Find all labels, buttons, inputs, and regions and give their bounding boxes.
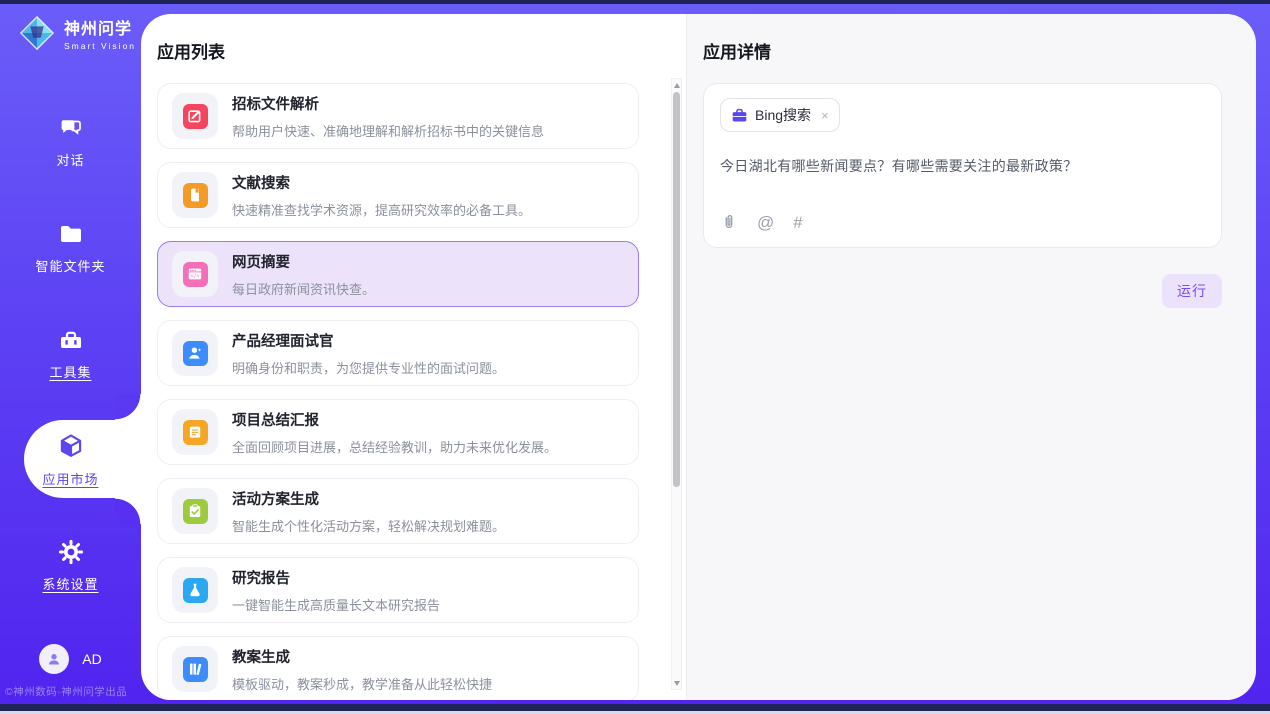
list-scrollbar[interactable] xyxy=(671,78,682,690)
book-icon xyxy=(183,183,208,208)
app-detail-title: 应用详情 xyxy=(703,38,1222,63)
attachment-icon[interactable] xyxy=(720,213,738,231)
run-row: 运行 xyxy=(703,274,1222,308)
interviewer-icon xyxy=(183,341,208,366)
sidebar-item-toolset[interactable]: 工具集 xyxy=(0,300,141,406)
app-detail-column: 应用详情 Bing搜索 × 今日湖北有哪些新闻要点？有哪些需要关注的最新政策？ xyxy=(686,14,1256,700)
scroll-down-arrow-icon[interactable] xyxy=(672,677,681,689)
doc-edit-icon xyxy=(183,104,208,129)
app-description: 智能生成个性化活动方案，轻松解决规划难题。 xyxy=(232,516,505,535)
app-name: 产品经理面试官 xyxy=(232,330,505,351)
app-name: 文献搜索 xyxy=(232,172,531,193)
app-description: 帮助用户快速、准确地理解和解析招标书中的关键信息 xyxy=(232,121,544,140)
app-window: 神州问学 Smart Vision 对话 智能文件夹 工具集 xyxy=(0,0,1270,714)
sidebar-item-label: 对话 xyxy=(56,150,84,169)
brand-logo: 神州问学 Smart Vision xyxy=(18,14,136,52)
scrollbar-thumb[interactable] xyxy=(673,92,680,487)
content-panel: 应用列表 招标文件解析 帮助用户快速、准确地理解和解析招标书中的关键信息 xyxy=(141,14,1256,700)
app-name: 活动方案生成 xyxy=(232,488,505,509)
app-name: 招标文件解析 xyxy=(232,93,544,114)
app-card-web-summary[interactable]: </> 网页摘要 每日政府新闻资讯快查。 xyxy=(157,241,639,307)
app-name: 研究报告 xyxy=(232,567,440,588)
research-flask-icon xyxy=(183,578,208,603)
sidebar-item-chat[interactable]: 对话 xyxy=(0,88,141,194)
webpage-code-icon: </> xyxy=(183,262,208,287)
gear-icon xyxy=(57,538,85,566)
folder-icon xyxy=(57,220,85,248)
app-list-column: 应用列表 招标文件解析 帮助用户快速、准确地理解和解析招标书中的关键信息 xyxy=(141,14,686,700)
tag-close-icon[interactable]: × xyxy=(821,108,829,123)
app-description: 明确身份和职责，为您提供专业性的面试问题。 xyxy=(232,358,505,377)
app-description: 快速精准查找学术资源，提高研究效率的必备工具。 xyxy=(232,200,531,219)
app-card-research-report[interactable]: 研究报告 一键智能生成高质量长文本研究报告 xyxy=(157,557,639,623)
sidebar-item-smart-folders[interactable]: 智能文件夹 xyxy=(0,194,141,300)
app-name: 教案生成 xyxy=(232,646,492,667)
app-card-bid-parse[interactable]: 招标文件解析 帮助用户快速、准确地理解和解析招标书中的关键信息 xyxy=(157,83,639,149)
tool-tag-label: Bing搜索 xyxy=(755,105,811,125)
app-card-event-plan[interactable]: 活动方案生成 智能生成个性化活动方案，轻松解决规划难题。 xyxy=(157,478,639,544)
app-card-project-summary[interactable]: 项目总结汇报 全面回顾项目进展，总结经验教训，助力未来优化发展。 xyxy=(157,399,639,465)
app-description: 全面回顾项目进展，总结经验教训，助力未来优化发展。 xyxy=(232,437,557,456)
sidebar-item-app-market[interactable]: 应用市场 xyxy=(0,406,141,512)
composer-toolbar: @ # xyxy=(720,213,803,231)
clipboard-check-icon xyxy=(183,499,208,524)
sidebar-item-label: 智能文件夹 xyxy=(35,256,105,275)
sidebar-item-label: 工具集 xyxy=(49,362,91,381)
copyright-text: ©神州数码·神州问学出品 xyxy=(5,684,155,699)
app-description: 一键智能生成高质量长文本研究报告 xyxy=(232,595,440,614)
brand-diamond-icon xyxy=(18,14,56,52)
brand-name: 神州问学 xyxy=(64,15,136,39)
sidebar-item-label: 应用市场 xyxy=(42,469,98,488)
tool-tag-bing-search[interactable]: Bing搜索 × xyxy=(720,98,840,132)
avatar xyxy=(39,644,69,674)
briefcase-icon xyxy=(731,107,748,124)
toolbox-icon xyxy=(57,326,85,354)
app-name: 网页摘要 xyxy=(232,251,375,272)
app-card-lesson-plan[interactable]: 教案生成 模板驱动，教案秒成，教学准备从此轻松快捷 xyxy=(157,636,639,700)
app-name: 项目总结汇报 xyxy=(232,409,557,430)
app-card-pm-interviewer[interactable]: 产品经理面试官 明确身份和职责，为您提供专业性的面试问题。 xyxy=(157,320,639,386)
sidebar-item-settings[interactable]: 系统设置 xyxy=(0,512,141,618)
app-card-literature-search[interactable]: 文献搜索 快速精准查找学术资源，提高研究效率的必备工具。 xyxy=(157,162,639,228)
query-text[interactable]: 今日湖北有哪些新闻要点？有哪些需要关注的最新政策？ xyxy=(720,156,1205,176)
brand-subtitle: Smart Vision xyxy=(64,41,136,51)
mention-icon[interactable]: @ xyxy=(757,214,774,231)
app-list: 招标文件解析 帮助用户快速、准确地理解和解析招标书中的关键信息 文献搜索 快速精… xyxy=(157,83,639,700)
cube-icon xyxy=(56,431,86,461)
run-button[interactable]: 运行 xyxy=(1162,274,1222,308)
hash-icon[interactable]: # xyxy=(793,214,802,231)
books-icon xyxy=(183,657,208,682)
summary-note-icon xyxy=(183,420,208,445)
query-composer-card[interactable]: Bing搜索 × 今日湖北有哪些新闻要点？有哪些需要关注的最新政策？ @ # xyxy=(703,83,1222,248)
chat-icon xyxy=(57,114,85,142)
app-description: 每日政府新闻资讯快查。 xyxy=(232,279,375,298)
app-list-title: 应用列表 xyxy=(157,38,686,63)
sidebar-item-label: 系统设置 xyxy=(42,574,98,593)
user-initials: AD xyxy=(82,651,101,667)
sidebar-nav: 对话 智能文件夹 工具集 应用市场 xyxy=(0,88,141,618)
user-account[interactable]: AD xyxy=(0,644,141,674)
app-description: 模板驱动，教案秒成，教学准备从此轻松快捷 xyxy=(232,674,492,693)
scroll-up-arrow-icon[interactable] xyxy=(672,79,681,91)
user-icon xyxy=(45,650,63,668)
svg-text:</>: </> xyxy=(190,273,199,279)
